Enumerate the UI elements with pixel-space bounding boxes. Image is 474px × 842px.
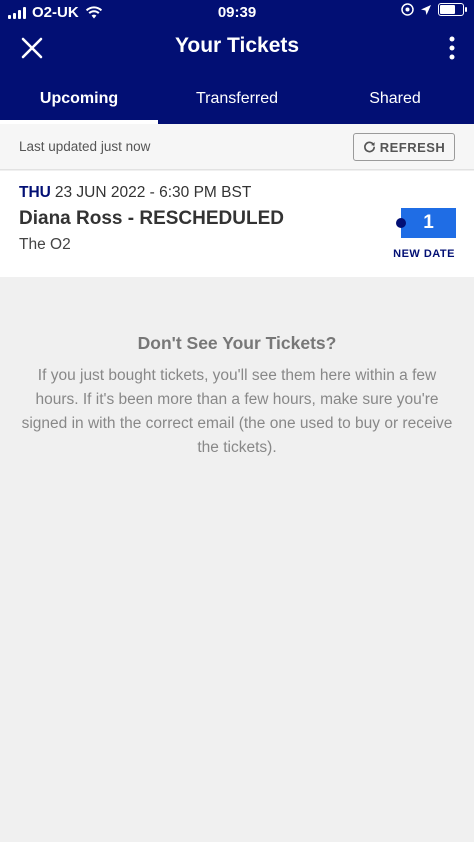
battery-fill — [440, 5, 456, 14]
empty-state: Don't See Your Tickets? If you just boug… — [0, 278, 474, 842]
ticket-count: 1 — [423, 212, 434, 233]
event-date-time: 23 JUN 2022 - 6:30 PM BST — [54, 184, 252, 201]
last-updated-text: Last updated just now — [19, 139, 151, 154]
ticket-count-badge: 1 — [396, 208, 456, 238]
refresh-icon — [363, 141, 375, 152]
event-venue: The O2 — [19, 236, 71, 253]
refresh-button[interactable]: REFRESH — [353, 133, 455, 161]
empty-state-body: If you just bought tickets, you'll see t… — [21, 367, 453, 456]
event-date: THU 23 JUN 2022 - 6:30 PM BST — [19, 184, 251, 202]
location-arrow-icon — [421, 4, 431, 15]
app-header: O2-UK 09:39 Your Tickets Upcoming Transf… — [0, 0, 474, 124]
more-vertical-icon — [449, 36, 455, 60]
battery-icon — [438, 3, 467, 16]
refresh-label: REFRESH — [379, 139, 446, 155]
at-sign-icon — [401, 3, 414, 16]
event-card[interactable]: THU 23 JUN 2022 - 6:30 PM BST Diana Ross … — [0, 171, 474, 277]
tab-upcoming[interactable]: Upcoming — [0, 76, 158, 124]
event-day: THU — [19, 184, 51, 201]
update-bar: Last updated just now REFRESH — [0, 124, 474, 170]
page-title: Your Tickets — [174, 34, 300, 57]
tab-transferred[interactable]: Transferred — [158, 76, 316, 124]
event-name: Diana Ross - RESCHEDULED — [19, 208, 284, 229]
more-options-button[interactable] — [444, 34, 460, 62]
ticket-notch — [396, 218, 406, 228]
status-bar: O2-UK 09:39 — [0, 0, 474, 26]
status-right — [401, 3, 467, 16]
new-date-label: NEW DATE — [393, 248, 455, 260]
ticket-tabs: Upcoming Transferred Shared — [0, 76, 474, 124]
tab-shared[interactable]: Shared — [316, 76, 474, 124]
empty-state-title: Don't See Your Tickets? — [137, 333, 337, 353]
